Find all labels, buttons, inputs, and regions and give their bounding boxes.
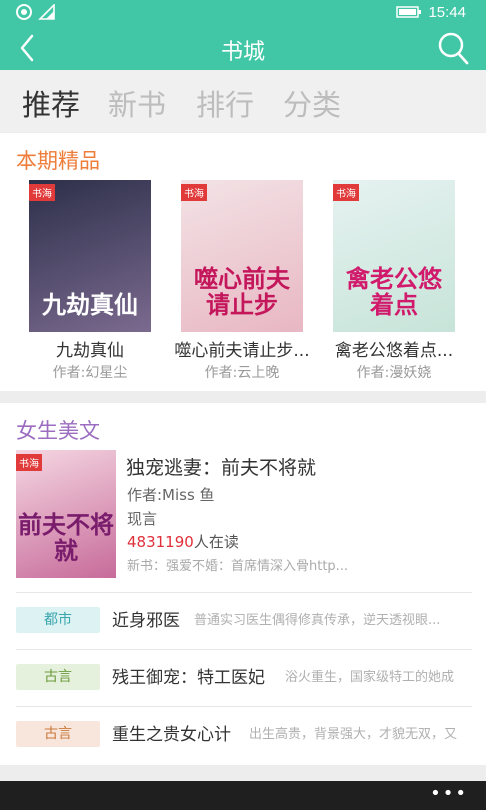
publisher-tag: 书海 [29,184,55,201]
cover-title: 噬心前夫请止步 [194,265,290,319]
tab-categories[interactable]: 分类 [283,82,341,124]
book-author: 作者:云上晚 [204,365,280,381]
reader-count: 4831190人在读 [127,531,239,552]
book-title[interactable]: 禽老公悠着点... [319,336,469,361]
tab-ranking[interactable]: 排行 [196,82,254,124]
wifi-icon [38,4,55,20]
genre-tag[interactable]: 古言 [16,664,100,690]
battery-icon [396,6,421,18]
genre-tag[interactable]: 都市 [16,607,100,633]
category-tabs: 推荐 新书 排行 分类 [0,70,486,132]
book-description: 出生高贵，背景强大，才貌无双，又 [249,727,458,742]
women-section: 女生美文 书海 前夫不将就 独宠逃妻：前夫不将就 作者:Miss 鱼 现言 48… [0,403,486,765]
featured-section: 本期精品 书海 九劫真仙 九劫真仙 作者:幻星尘 书海 噬心前夫请止步 噬心前夫… [0,133,486,391]
book-author: 作者:幻星尘 [52,365,128,381]
featured-book[interactable]: 书海 禽老公悠着点 禽老公悠着点... 作者:漫妖娆 [319,180,469,382]
tab-new-books[interactable]: 新书 [108,82,166,124]
book-author: 作者:Miss 鱼 [127,486,215,504]
clock: 15:44 [428,4,466,21]
publisher-tag: 书海 [181,184,207,201]
cover-title: 九劫真仙 [42,291,138,319]
bottom-app-bar: ••• [0,781,486,810]
book-title[interactable]: 九劫真仙 [15,336,165,361]
new-book-link[interactable]: 新书：强爱不婚：首席情深入骨http... [127,555,472,574]
book-title[interactable]: 噬心前夫请止步... [167,336,317,361]
cover-title: 禽老公悠着点 [346,265,442,319]
book-cover[interactable]: 书海 噬心前夫请止步 [181,180,303,332]
book-title[interactable]: 重生之贵女心计 [112,720,231,745]
book-cover[interactable]: 书海 前夫不将就 [16,450,116,578]
book-description: 普通实习医生偶得修真传承，逆天透视眼... [194,613,441,628]
book-title[interactable]: 独宠逃妻：前夫不将就 [126,453,316,480]
featured-book[interactable]: 书海 噬心前夫请止步 噬心前夫请止步... 作者:云上晚 [167,180,317,382]
book-cover[interactable]: 书海 禽老公悠着点 [333,180,455,332]
book-cover[interactable]: 书海 九劫真仙 [29,180,151,332]
book-author: 作者:漫妖娆 [356,365,432,381]
section-title: 本期精品 [16,149,100,173]
list-item[interactable]: 古言 残王御宠：特工医妃 浴火重生，国家级特工的她成 [0,650,486,706]
status-bar: 15:44 [0,0,486,26]
top-app-bar: 书城 [0,26,486,70]
publisher-tag: 书海 [16,454,42,471]
more-options-icon[interactable]: ••• [430,785,468,803]
reader-count-number: 4831190 [127,533,194,551]
genre-tag[interactable]: 古言 [16,721,100,747]
book-title[interactable]: 近身邪医 [112,606,180,631]
book-genre: 现言 [127,510,158,528]
signal-icon [16,4,32,20]
cover-title: 前夫不将就 [18,511,114,565]
reader-count-suffix: 人在读 [193,533,239,551]
section-title: 女生美文 [16,419,100,443]
list-item[interactable]: 古言 重生之贵女心计 出生高贵，背景强大，才貌无双，又 [0,707,486,763]
publisher-tag: 书海 [333,184,359,201]
list-item[interactable]: 都市 近身邪医 普通实习医生偶得修真传承，逆天透视眼... [0,593,486,649]
page-title: 书城 [220,40,265,65]
search-icon[interactable] [436,30,470,66]
featured-book[interactable]: 书海 九劫真仙 九劫真仙 作者:幻星尘 [15,180,165,382]
tab-recommend[interactable]: 推荐 [22,82,80,124]
book-title[interactable]: 残王御宠：特工医妃 [112,663,265,688]
book-description: 浴火重生，国家级特工的她成 [285,670,455,685]
